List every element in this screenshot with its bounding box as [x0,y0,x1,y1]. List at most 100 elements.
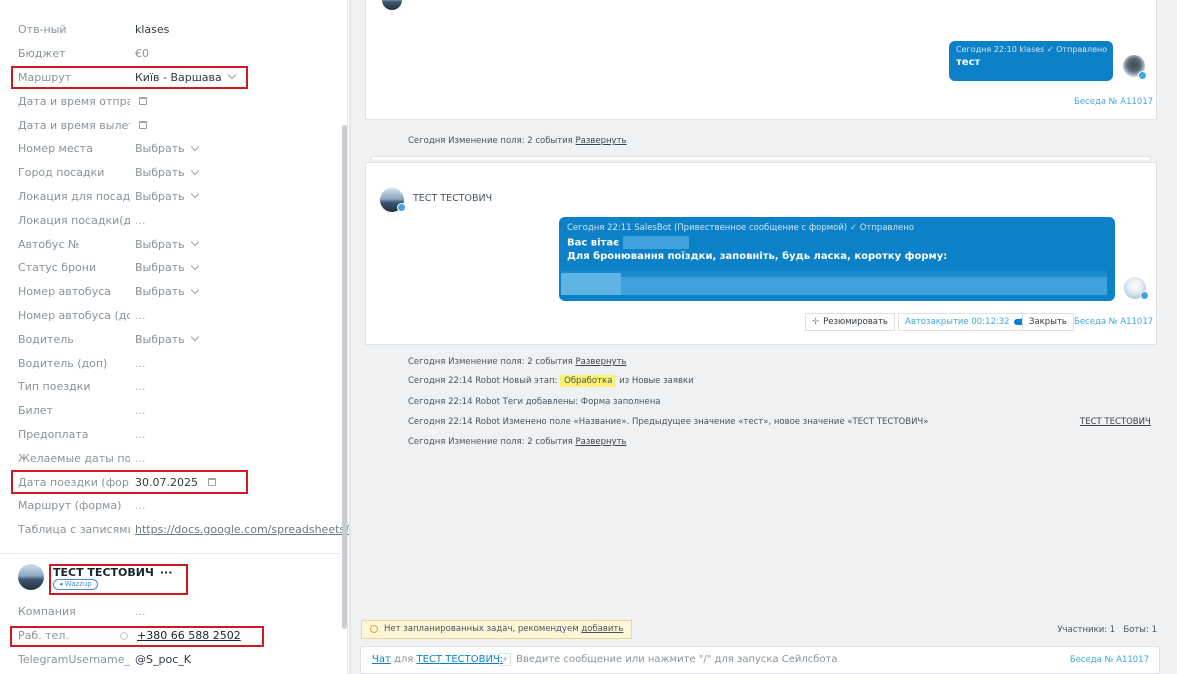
field-value-text: ... [135,499,146,513]
masked-region [622,236,689,249]
field-value[interactable]: Выбрать [135,238,199,251]
field-value-text: ... [135,213,146,227]
field-row: Дата поездки (форма) 30.07.2025 [0,470,340,494]
calendar-icon [207,478,216,487]
field-value[interactable]: ... [135,452,146,465]
field-row: Номер автобуса Выбрать [0,280,340,304]
bot-telegram-icon [1140,291,1149,300]
add-task-link[interactable]: добавить [581,624,623,634]
chevron-down-icon [190,190,199,199]
field-value[interactable]: klases [135,23,169,36]
company-row: Компания ... [0,601,340,623]
field-label: Маршрут (форма) [18,499,122,513]
chevron-down-icon [190,142,199,152]
field-value[interactable]: Выбрать [135,261,199,274]
field-value-text: Выбрать [135,332,185,346]
contact-card[interactable]: ТЕСТ ТЕСТОВИЧ ··· ◂ Wazzup [18,562,338,592]
field-value-text: Київ - Варшава [135,70,222,84]
recipient-link[interactable]: ТЕСТ ТЕСТОВИЧ: [417,654,504,665]
field-value[interactable]: ... [135,428,146,441]
event-stage-prefix: Сегодня 22:14 Robot Новый этап: [408,376,558,386]
field-row: Дата и время отправл [0,89,340,113]
msg2-line1: Вас вітає [567,237,620,249]
field-value[interactable]: Київ - Варшава [135,70,237,84]
autoclose-toggle[interactable]: Автозакрытие 00:12:32 [898,313,1036,331]
field-label: Таблица с записями [18,523,130,537]
field-value[interactable]: ... [135,499,146,512]
left-scrollbar[interactable] [342,125,347,629]
task-notice: Нет запланированных задач, рекомендуем д… [361,620,633,639]
expand-link-2[interactable]: Развернуть [576,357,627,367]
field-value-text: klases [135,23,170,37]
expand-link-3[interactable]: Развернуть [576,437,627,447]
chevron-down-icon [190,285,199,294]
field-value[interactable]: Выбрать [135,332,199,346]
composer-target: Чат для ТЕСТ ТЕСТОВИЧ: [372,654,503,665]
event-rename-link-text[interactable]: ТЕСТ ТЕСТОВИЧ [1080,417,1151,427]
sparkle-icon: ✢ [812,317,820,327]
convo-link-1[interactable]: Беседа № A11017 [1074,97,1153,107]
field-value[interactable] [135,97,147,106]
phone-label: Раб. тел. [18,629,69,642]
field-value-text: 30.07.2025 [135,475,198,489]
field-value[interactable]: ... [135,404,146,417]
field-label: Предоплата [18,427,89,441]
field-label: Номер автобуса (доп) [18,308,130,322]
more-icon[interactable]: ··· [160,566,173,579]
field-row: Отв-ный klases [0,18,340,42]
chevron-down-icon [190,333,199,342]
sender-name[interactable]: ТЕСТ ТЕСТОВИЧ [413,193,492,204]
close-convo-button[interactable]: Закрыть [1022,313,1074,331]
field-value[interactable]: ... [135,309,146,322]
field-value-text: ... [135,427,146,441]
message-input[interactable]: Введите сообщение или нажмите "/" для за… [516,654,838,665]
field-row: Номер автобуса (доп)... [0,304,340,328]
event-change-2-text: Сегодня Изменение поля: 2 события [408,357,573,367]
field-value[interactable]: Выбрать [135,142,199,156]
right-scrollbar[interactable] [349,0,351,674]
event-rename-link[interactable]: ТЕСТ ТЕСТОВИЧ [1080,417,1151,427]
field-value[interactable]: Выбрать [135,285,199,298]
field-label: Автобус № [18,237,80,251]
field-value[interactable]: ... [135,214,146,227]
lead-fields-list: Отв-ный klases Бюджет €0 Маршрут Київ - Варша… [0,18,355,542]
field-row: Водитель Выбрать [0,327,340,351]
convo-link-2[interactable]: Беседа № A11017 [1074,317,1153,327]
company-value[interactable]: ... [135,605,146,618]
field-value-text: ... [135,451,146,465]
field-value[interactable]: €0 [135,47,149,60]
sender-telegram-icon [397,203,406,212]
sender-avatar-top [382,0,402,10]
task-text: Нет запланированных задач, рекомендуем [384,624,579,634]
field-value[interactable]: ... [135,380,146,393]
telegram-value[interactable]: @S_poc_K [135,653,191,666]
masked-link [561,271,1107,295]
field-value-text: Выбрать [135,142,185,156]
field-value[interactable]: ... [135,357,146,370]
field-value[interactable]: 30.07.2025 [135,476,216,489]
summarize-button[interactable]: ✢ Резюмировать [805,313,895,331]
expand-link-1[interactable]: Развернуть [576,136,627,146]
field-value[interactable]: Выбрать [135,189,199,203]
event-stage-suffix: из Новые заявки [619,376,694,386]
salesbot-icon[interactable]: ⚡ [499,653,511,666]
phone-value[interactable]: +380 66 588 2502 [137,629,241,642]
field-value-text: ... [135,380,146,394]
chat-mode-link[interactable]: Чат [372,654,391,665]
convo-link-footer[interactable]: Беседа № A11017 [1070,655,1149,665]
stack-edge [371,156,1151,160]
contact-avatar [18,564,44,590]
field-value[interactable] [135,121,147,130]
field-row: Бюджет €0 [0,42,340,66]
field-row: Дата и время вылета [0,113,340,137]
phone-icon[interactable] [120,631,128,640]
field-value[interactable]: Выбрать [135,166,199,179]
field-value-text: Выбрать [135,189,185,203]
field-row: Тип поездки... [0,375,340,399]
field-label: Билет [18,404,53,418]
field-label: Маршрут [18,70,72,84]
field-value-text: https://docs.google.com/spreadsheets/c [135,523,355,537]
contact-name[interactable]: ТЕСТ ТЕСТОВИЧ [53,566,154,579]
field-value[interactable]: https://docs.google.com/spreadsheets/c [135,523,355,536]
event-change-3-text: Сегодня Изменение поля: 2 события [408,437,573,447]
